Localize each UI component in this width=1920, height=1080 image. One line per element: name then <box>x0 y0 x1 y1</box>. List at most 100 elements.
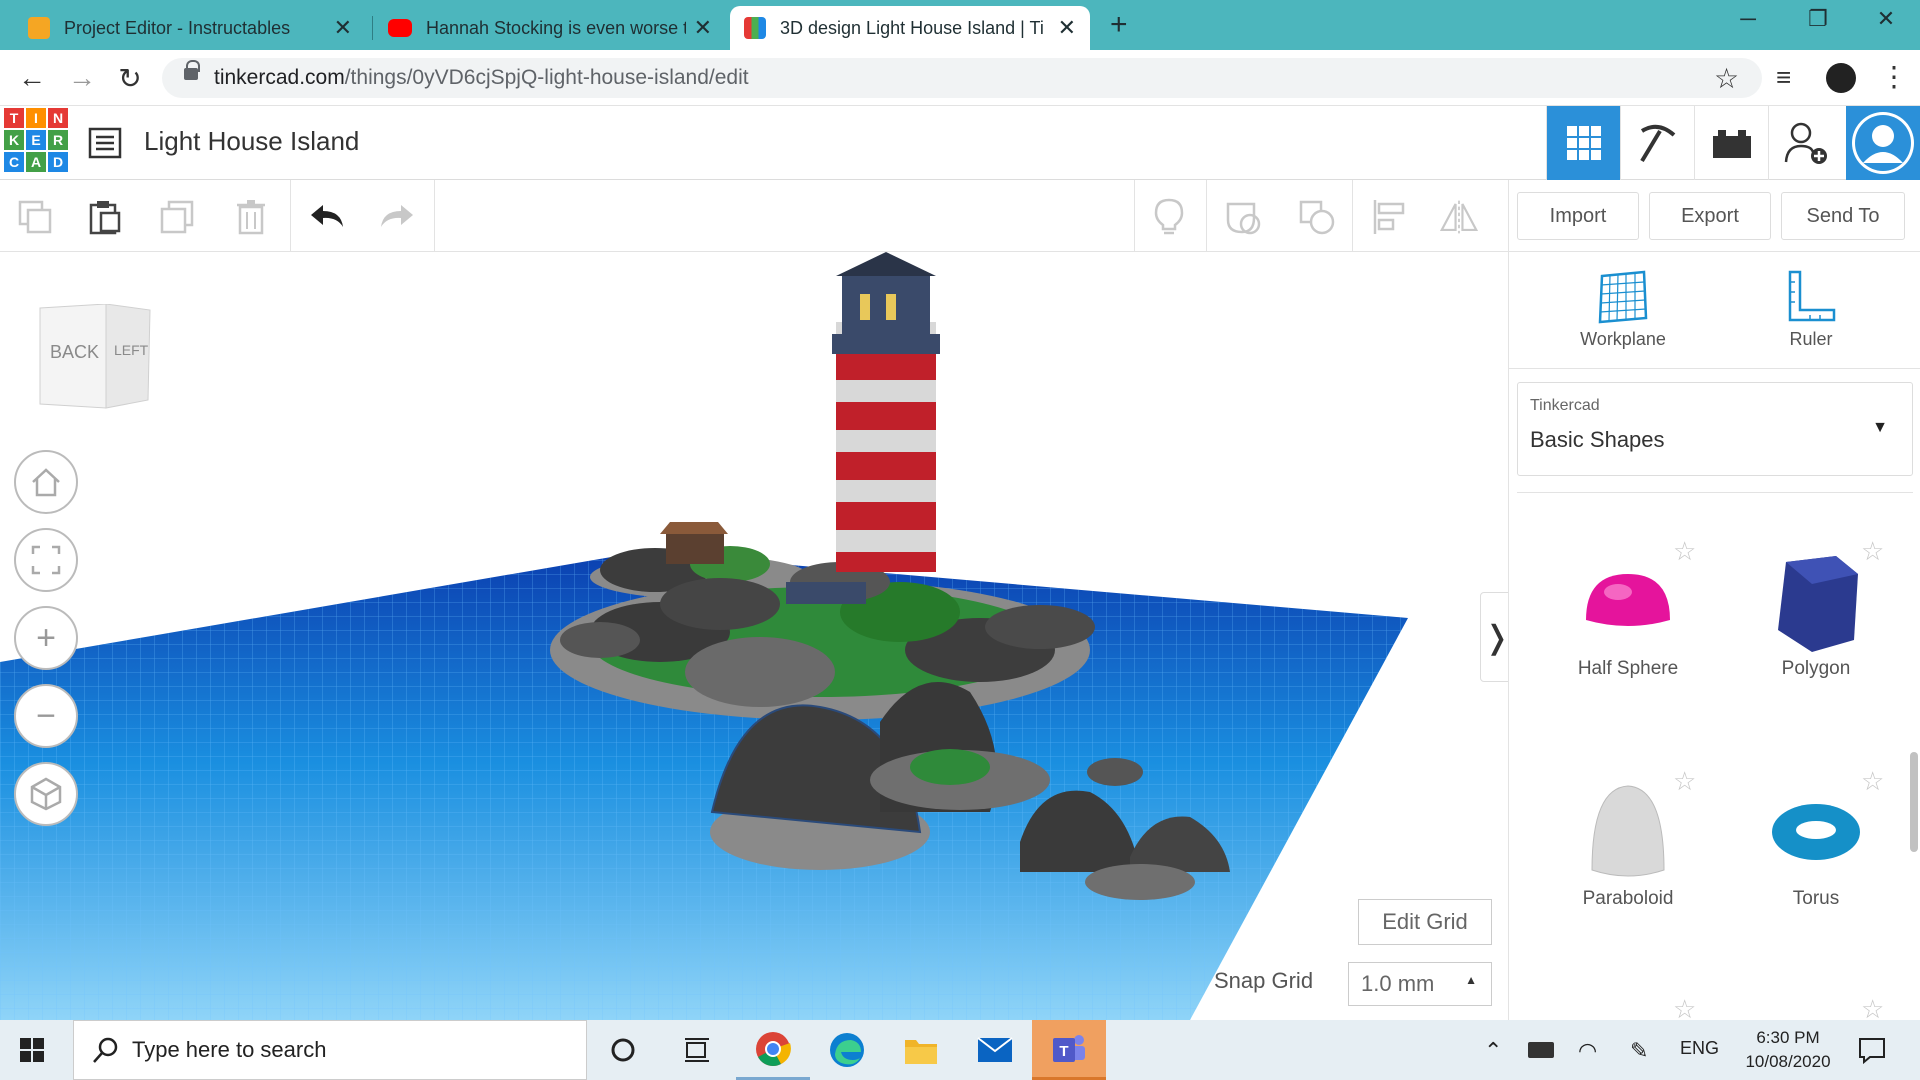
lighthouse-roof-shape[interactable] <box>836 252 936 276</box>
teams-taskbar-button[interactable]: T <box>1032 1020 1106 1080</box>
rock-shape[interactable] <box>660 578 780 630</box>
import-button[interactable]: Import <box>1517 192 1639 240</box>
export-button[interactable]: Export <box>1649 192 1771 240</box>
pickaxe-icon <box>1639 124 1675 163</box>
lightbulb-icon[interactable] <box>1150 198 1188 236</box>
bookmark-star-icon[interactable]: ☆ <box>1714 62 1739 95</box>
edge-taskbar-button[interactable] <box>810 1020 884 1080</box>
battery-icon[interactable] <box>1528 1042 1554 1058</box>
plus-icon: + <box>36 618 56 657</box>
tab-close-icon[interactable]: ✕ <box>1058 15 1076 41</box>
view-cube[interactable]: BACK LEFT <box>36 303 152 416</box>
svg-text:T: T <box>1059 1043 1068 1060</box>
align-icon[interactable] <box>1370 198 1408 236</box>
notification-icon[interactable] <box>1858 1036 1886 1065</box>
zoom-in-button[interactable]: + <box>14 606 78 670</box>
snap-grid-select[interactable]: 1.0 mm ▲ <box>1348 962 1492 1006</box>
chrome-menu-icon[interactable]: ⋮ <box>1880 60 1908 93</box>
lighthouse-fence-shape[interactable] <box>786 582 866 604</box>
add-user-button[interactable] <box>1768 106 1842 180</box>
codeblocks-pickaxe-button[interactable] <box>1620 106 1694 180</box>
caret-up-icon: ▲ <box>1465 973 1477 987</box>
hut-shape[interactable] <box>666 532 724 564</box>
media-control-icon[interactable]: ≡ <box>1776 62 1791 93</box>
shape-torus[interactable]: Torus <box>1741 782 1891 910</box>
chrome-taskbar-button[interactable] <box>736 1020 810 1080</box>
ruler-tool[interactable]: Ruler <box>1741 270 1881 350</box>
panel-scrollbar[interactable] <box>1910 752 1918 852</box>
file-explorer-taskbar-button[interactable] <box>884 1020 958 1080</box>
lighthouse-balcony-shape[interactable] <box>832 334 940 354</box>
user-avatar[interactable] <box>1846 106 1920 180</box>
windows-start-icon[interactable] <box>20 1038 44 1062</box>
rock-shape[interactable] <box>985 605 1095 649</box>
minimize-icon[interactable]: ─ <box>1718 6 1778 32</box>
shape-library-dropdown[interactable]: Tinkercad Basic Shapes ▼ <box>1517 382 1913 476</box>
forward-arrow-icon[interactable]: → <box>62 62 102 94</box>
shape-polygon[interactable]: Polygon <box>1741 552 1891 680</box>
wifi-icon[interactable]: ◠ <box>1578 1038 1597 1064</box>
design-list-icon[interactable] <box>88 126 122 160</box>
browser-tab-instructables[interactable]: Project Editor - Instructables ✕ <box>14 6 366 50</box>
workplane-tool[interactable]: Workplane <box>1553 270 1693 350</box>
grass-shape[interactable] <box>910 749 990 785</box>
taskbar-clock[interactable]: 6:30 PM 10/08/2020 <box>1732 1026 1844 1074</box>
restore-icon[interactable]: ❐ <box>1788 6 1848 32</box>
group-icon[interactable] <box>1224 198 1262 236</box>
add-user-icon <box>1784 122 1827 164</box>
ungroup-icon[interactable] <box>1298 198 1336 236</box>
3d-viewport[interactable]: BACK LEFT + − ❭ Edit Grid Snap Grid 1.0 … <box>0 252 1508 1020</box>
browser-tab-tinkercad[interactable]: 3D design Light House Island | Ti ✕ <box>730 6 1090 50</box>
3d-design-grid-button[interactable] <box>1546 106 1620 180</box>
cortana-icon[interactable] <box>586 1020 660 1080</box>
copy-icon[interactable] <box>16 198 54 236</box>
browser-tab-youtube[interactable]: Hannah Stocking is even worse th ✕ <box>374 6 726 50</box>
shape-paraboloid[interactable]: Paraboloid <box>1553 782 1703 910</box>
rock-shape[interactable] <box>1087 758 1143 786</box>
task-view-icon[interactable] <box>660 1020 734 1080</box>
profile-avatar-icon[interactable] <box>1826 63 1856 93</box>
zoom-out-button[interactable]: − <box>14 684 78 748</box>
tab-close-icon[interactable]: ✕ <box>694 15 712 41</box>
chevron-up-icon[interactable]: ⌃ <box>1484 1038 1502 1064</box>
shape-half-sphere[interactable]: Half Sphere <box>1553 552 1703 680</box>
address-bar[interactable]: tinkercad.com/things/0yVD6cjSpjQ-light-h… <box>162 58 1762 98</box>
tab-close-icon[interactable]: ✕ <box>334 15 352 41</box>
logo-letter: K <box>4 130 24 150</box>
edit-grid-button[interactable]: Edit Grid <box>1358 899 1492 945</box>
reload-icon[interactable]: ↻ <box>110 62 150 95</box>
fit-view-button[interactable] <box>14 528 78 592</box>
tinkercad-logo[interactable]: T I N K E R C A D <box>4 108 68 172</box>
undo-icon[interactable] <box>308 198 346 236</box>
back-arrow-icon[interactable]: ← <box>12 62 52 94</box>
mirror-icon[interactable] <box>1440 198 1478 236</box>
rock-shape[interactable] <box>685 637 835 707</box>
lighthouse-red-band <box>836 502 936 530</box>
new-tab-button[interactable]: + <box>1110 8 1128 42</box>
paste-icon[interactable] <box>86 198 124 236</box>
hut-roof-shape[interactable] <box>660 522 728 534</box>
mail-taskbar-button[interactable] <box>958 1020 1032 1080</box>
trash-icon[interactable] <box>232 198 270 236</box>
rock-shape[interactable] <box>560 622 640 658</box>
redo-icon[interactable] <box>378 198 416 236</box>
taskbar-search-box[interactable]: Type here to search <box>73 1020 587 1080</box>
language-indicator[interactable]: ENG <box>1680 1038 1719 1059</box>
brick-icon <box>1712 130 1751 158</box>
send-to-button[interactable]: Send To <box>1781 192 1905 240</box>
logo-letter: A <box>26 152 46 172</box>
workplane-scene[interactable] <box>0 252 1508 1020</box>
pen-icon[interactable]: ✎ <box>1630 1038 1648 1064</box>
collapse-panel-button[interactable]: ❭ <box>1480 592 1508 682</box>
lock-icon[interactable] <box>184 60 200 80</box>
bricks-button[interactable] <box>1694 106 1768 180</box>
orthographic-view-button[interactable] <box>14 762 78 826</box>
workplane-icon <box>1598 270 1648 324</box>
design-title[interactable]: Light House Island <box>144 126 359 157</box>
lighthouse-window <box>886 294 896 320</box>
rock-shape[interactable] <box>1085 864 1195 900</box>
duplicate-icon[interactable] <box>158 198 196 236</box>
window-close-icon[interactable]: ✕ <box>1856 6 1916 32</box>
home-view-button[interactable] <box>14 450 78 514</box>
browser-toolbar: ← → ↻ tinkercad.com/things/0yVD6cjSpjQ-l… <box>0 50 1920 106</box>
